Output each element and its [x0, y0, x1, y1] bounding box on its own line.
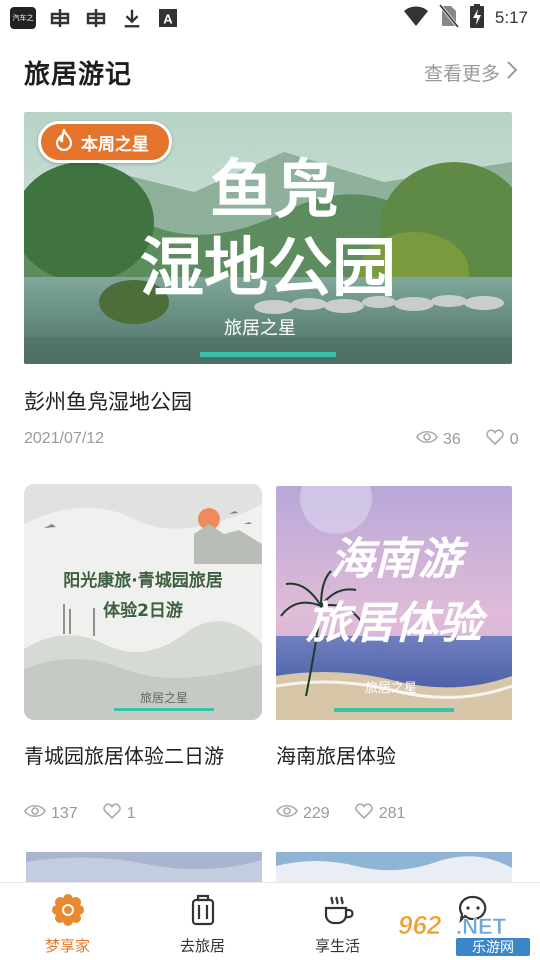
watermark-number: 962: [398, 910, 442, 940]
view-count: 36: [443, 430, 461, 448]
coffee-cup-icon: [321, 893, 355, 931]
app-icon-label: 汽车之家: [12, 14, 34, 22]
like-button[interactable]: 0: [485, 428, 519, 451]
card-title[interactable]: 海南旅居体验: [276, 740, 396, 769]
tab-dream-home[interactable]: 梦享家: [0, 883, 135, 960]
tab-label: 享生活: [314, 937, 360, 955]
badge-label: 本周之星: [81, 134, 149, 155]
font-icon: A: [156, 6, 180, 30]
featured-image-title-line2: 湿地公园: [140, 231, 396, 306]
card-image-text-line2: 旅居体验: [305, 598, 488, 649]
featured-image-logo: 旅居之星: [224, 318, 296, 339]
clock: 5:17: [494, 8, 528, 27]
card-title[interactable]: 青城园旅居体验二日游: [24, 740, 224, 769]
card-cover-image[interactable]: 阳光康旅·青城园旅居 体验2日游 旅居之星: [24, 484, 262, 720]
view-more-link[interactable]: 查看更多: [424, 59, 518, 86]
like-count: 1: [126, 804, 136, 822]
view-more-label: 查看更多: [423, 62, 500, 85]
featured-date: 2021/07/12: [24, 430, 105, 447]
watermark-text: 乐游网: [472, 940, 514, 956]
tab-label: 梦享家: [44, 937, 90, 955]
battery-charging-icon: [469, 3, 485, 33]
card-cover-image[interactable]: 海南游 旅居体验 旅居之星: [276, 486, 512, 720]
wifi-icon: [403, 5, 429, 31]
eye-icon: [24, 803, 46, 824]
view-count: 137: [51, 804, 78, 822]
card-image-logo: 旅居之星: [140, 691, 188, 705]
heart-icon: [485, 428, 505, 451]
bug-icon: [48, 6, 72, 30]
featured-image-title-line1: 鱼凫: [210, 153, 338, 228]
like-count: 281: [378, 804, 406, 822]
heart-icon: [354, 802, 374, 825]
card-image-text-line2: 体验2日游: [103, 600, 183, 621]
like-button[interactable]: 281: [354, 802, 406, 825]
flame-icon: [55, 125, 73, 156]
card-image-text-line1: 海南游: [330, 534, 469, 585]
flower-icon: [51, 893, 85, 931]
tab-enjoy-life[interactable]: 享生活: [270, 883, 405, 960]
like-count: 0: [509, 430, 519, 448]
card-image-text-line1: 阳光康旅·青城园旅居: [63, 570, 222, 591]
svg-text:A: A: [163, 12, 173, 27]
site-watermark: 962 .NET 乐游网: [396, 908, 536, 958]
tab-go-travel[interactable]: 去旅居: [135, 883, 270, 960]
status-bar: 汽车之家 A 5:17: [0, 0, 540, 36]
chevron-right-icon: [506, 60, 518, 85]
view-count: 229: [303, 804, 330, 822]
page-title: 旅居游记: [24, 59, 133, 90]
featured-stats: 36 0: [416, 428, 519, 451]
card-image-logo: 旅居之星: [365, 681, 417, 696]
featured-title[interactable]: 彭州鱼凫湿地公园: [24, 386, 192, 416]
watermark-suffix: .NET: [456, 914, 507, 939]
card-stats: 137 1: [24, 802, 136, 825]
download-icon: [120, 6, 144, 30]
eye-icon: [416, 429, 438, 450]
weekly-star-badge: 本周之星: [38, 121, 172, 163]
no-sim-icon: [438, 4, 460, 32]
like-button[interactable]: 1: [102, 802, 136, 825]
heart-icon: [102, 802, 122, 825]
card-stats: 229 281: [276, 802, 405, 825]
bug-icon: [84, 6, 108, 30]
tab-label: 去旅居: [179, 937, 225, 955]
luggage-icon: [186, 893, 220, 931]
section-header: 旅居游记 查看更多: [24, 50, 518, 94]
app-notification-icon: 汽车之家: [10, 7, 36, 29]
eye-icon: [276, 803, 298, 824]
